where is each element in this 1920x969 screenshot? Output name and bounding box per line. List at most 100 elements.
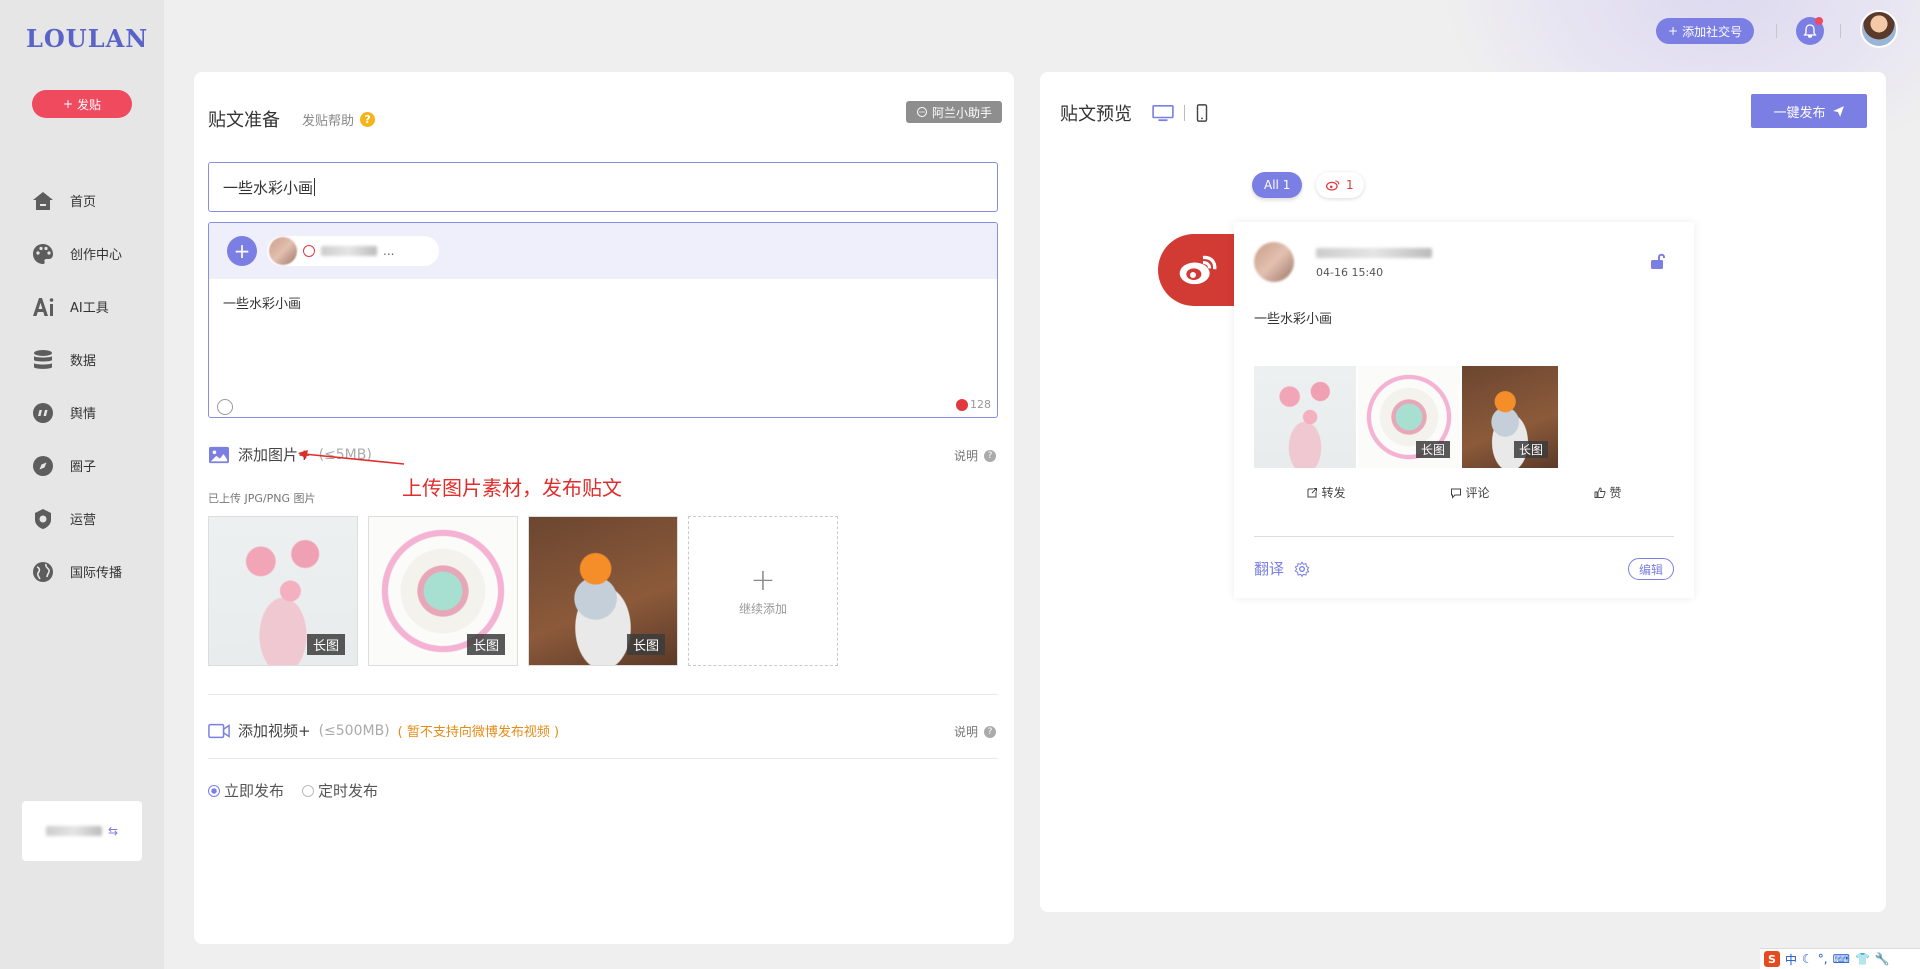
sidebar: LOULAN + 发贴 首页 创作中心 AI工具 数据 舆情 圈子 运营 国际传…: [0, 0, 164, 969]
help-icon: ?: [360, 112, 376, 127]
bell-icon: [1803, 24, 1817, 38]
moon-icon[interactable]: ☾: [1802, 952, 1813, 966]
send-icon: [1832, 105, 1844, 117]
logo[interactable]: LOULAN: [26, 24, 148, 53]
publish-time-options: 立即发布 定时发布: [208, 780, 378, 801]
post-image[interactable]: 长图: [1358, 366, 1460, 468]
uploaded-image[interactable]: 长图: [368, 516, 518, 666]
mobile-icon[interactable]: [1195, 104, 1209, 122]
long-image-tag: 长图: [306, 634, 345, 655]
assistant-button[interactable]: 阿兰小助手: [906, 101, 1003, 123]
account-switcher[interactable]: ⇆: [22, 801, 142, 861]
video-explain-link[interactable]: 说明 ?: [954, 723, 996, 740]
long-image-tag: 长图: [1513, 441, 1548, 458]
weibo-platform-badge: [1158, 234, 1238, 306]
sidebar-item-international[interactable]: 国际传播: [30, 545, 122, 598]
punctuation-icon[interactable]: °,: [1818, 952, 1828, 966]
publish-scheduled-radio[interactable]: 定时发布: [302, 780, 378, 801]
ai-icon: [30, 294, 56, 320]
translate-button[interactable]: 翻译: [1254, 558, 1310, 579]
ime-logo-icon[interactable]: S: [1764, 951, 1780, 967]
char-counter: 128: [956, 398, 991, 411]
image-explain-link[interactable]: 说明 ?: [954, 447, 996, 464]
post-title-value: 一些水彩小画: [223, 178, 314, 197]
like-button[interactable]: 赞: [1594, 484, 1622, 501]
sidebar-item-data[interactable]: 数据: [30, 333, 122, 386]
switch-icon: ⇆: [107, 824, 119, 838]
wrench-icon[interactable]: 🔧: [1875, 952, 1890, 966]
unlock-icon[interactable]: [1650, 252, 1666, 270]
post-preview-card: 04-16 15:40 一些水彩小画 长图 长图 转发 评论 赞 翻译 编辑: [1234, 222, 1694, 598]
text-caret: [314, 178, 316, 196]
long-image-tag: 长图: [1415, 441, 1450, 458]
post-title-input[interactable]: 一些水彩小画: [208, 162, 998, 212]
post-image[interactable]: [1254, 366, 1356, 468]
new-post-button[interactable]: + 发贴: [32, 90, 132, 118]
publish-all-button[interactable]: 一键发布: [1751, 94, 1867, 128]
sidebar-nav: 首页 创作中心 AI工具 数据 舆情 圈子 运营 国际传播: [30, 174, 122, 598]
operations-icon: [30, 506, 56, 532]
divider: [208, 694, 998, 695]
like-label: 赞: [1609, 486, 1622, 500]
uploaded-image[interactable]: 长图: [208, 516, 358, 666]
add-video-label: 添加视频+: [238, 722, 311, 740]
long-image-tag: 长图: [466, 634, 505, 655]
comment-button[interactable]: 评论: [1450, 484, 1490, 501]
account-name-blurred: [321, 246, 377, 256]
sidebar-item-label: 国际传播: [70, 566, 123, 581]
sidebar-item-ai-tools[interactable]: AI工具: [30, 280, 122, 333]
sidebar-item-label: AI工具: [70, 301, 109, 316]
post-body-text[interactable]: 一些水彩小画: [209, 279, 997, 326]
uploaded-image[interactable]: 长图: [528, 516, 678, 666]
sidebar-item-creation[interactable]: 创作中心: [30, 227, 122, 280]
publish-now-radio[interactable]: 立即发布: [208, 780, 284, 801]
image-icon: [209, 446, 229, 463]
edit-button[interactable]: 编辑: [1627, 558, 1674, 580]
long-image-tag: 长图: [626, 634, 665, 655]
new-post-label: 发贴: [77, 97, 102, 112]
tab-weibo[interactable]: 1: [1316, 172, 1364, 198]
post-body-editor[interactable]: + ... 一些水彩小画 128: [208, 222, 998, 418]
desktop-icon[interactable]: [1152, 104, 1174, 122]
user-avatar[interactable]: [1860, 10, 1898, 48]
ime-language[interactable]: 中: [1785, 951, 1797, 968]
weibo-icon: [1179, 255, 1217, 285]
posting-help-link[interactable]: 发贴帮助 ?: [302, 110, 376, 129]
keyboard-icon[interactable]: ⌨: [1833, 952, 1850, 966]
notification-bell-button[interactable]: [1796, 17, 1824, 45]
post-image[interactable]: 长图: [1462, 366, 1558, 468]
annotation-text: 上传图片素材，发布贴文: [402, 476, 622, 500]
tab-all[interactable]: All 1: [1252, 172, 1303, 198]
publish-now-label: 立即发布: [224, 782, 285, 800]
add-social-account-button[interactable]: + 添加社交号: [1656, 18, 1755, 44]
emoji-icon[interactable]: [217, 399, 233, 415]
sidebar-item-label: 运营: [70, 513, 97, 528]
add-account-button[interactable]: +: [227, 236, 257, 266]
quote-icon: [30, 400, 56, 426]
post-text: 一些水彩小画: [1254, 312, 1333, 327]
sidebar-item-circles[interactable]: 圈子: [30, 439, 122, 492]
video-icon: [208, 723, 230, 738]
add-more-label: 继续添加: [738, 601, 787, 616]
repost-icon: [1307, 487, 1318, 497]
add-video-row[interactable]: 添加视频+ (≤500MB) ( 暂不支持向微博发布视频 ): [208, 720, 559, 741]
sidebar-item-label: 舆情: [70, 407, 97, 422]
sidebar-item-operations[interactable]: 运营: [30, 492, 122, 545]
divider: [208, 758, 998, 759]
selected-account-chip[interactable]: ...: [267, 236, 439, 266]
uploaded-images: 长图 长图 长图 + 继续添加: [208, 516, 838, 666]
gear-icon[interactable]: [1294, 560, 1310, 577]
add-more-images-button[interactable]: + 继续添加: [688, 516, 838, 666]
divider: [1254, 536, 1674, 537]
sidebar-item-sentiment[interactable]: 舆情: [30, 386, 122, 439]
repost-button[interactable]: 转发: [1306, 484, 1346, 501]
divider: [1776, 24, 1777, 38]
char-count-value: 128: [970, 398, 991, 411]
account-avatar: [269, 237, 297, 265]
radio-selected-icon: [208, 784, 220, 797]
shirt-icon[interactable]: 👕: [1855, 952, 1870, 966]
sidebar-item-home[interactable]: 首页: [30, 174, 122, 227]
assistant-label: 阿兰小助手: [932, 105, 993, 120]
annotation-arrow-icon: [298, 450, 405, 465]
comment-icon: [1451, 488, 1462, 499]
